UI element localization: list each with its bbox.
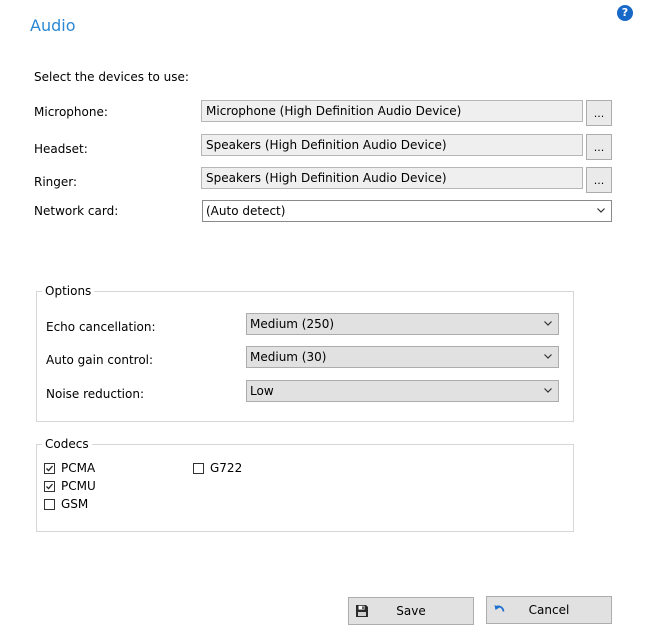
codec-pcmu-checkbox[interactable] [44,481,55,492]
auto-gain-control-dropdown[interactable]: Medium (30) [246,346,559,368]
noise-reduction-value: Low [250,384,274,398]
noise-reduction-label: Noise reduction: [46,387,145,401]
devices-intro-label: Select the devices to use: [34,70,189,84]
chevron-down-icon [544,354,552,359]
microphone-label: Microphone: [34,105,108,119]
network-card-value: (Auto detect) [206,204,286,218]
options-legend: Options [42,284,95,298]
echo-cancellation-dropdown[interactable]: Medium (250) [246,313,559,335]
chevron-down-icon [597,208,605,213]
auto-gain-control-value: Medium (30) [250,350,327,364]
microphone-browse-button[interactable]: ... [586,100,612,126]
save-button[interactable]: Save [348,597,474,625]
network-card-label: Network card: [34,204,119,218]
codec-gsm-label: GSM [61,497,89,511]
ringer-field[interactable]: Speakers (High Definition Audio Device) [201,167,583,189]
codecs-legend: Codecs [42,437,92,451]
ringer-browse-button[interactable]: ... [586,167,612,193]
checkmark-icon [46,465,53,472]
headset-label: Headset: [34,142,88,156]
headset-browse-button[interactable]: ... [586,134,612,160]
auto-gain-control-label: Auto gain control: [46,353,154,367]
page-title: Audio [30,16,76,35]
codec-pcmu-label: PCMU [61,479,96,493]
codec-g722-checkbox[interactable] [193,463,204,474]
codec-gsm-checkbox[interactable] [44,499,55,510]
checkmark-icon [46,483,53,490]
audio-settings-dialog: Audio ? Select the devices to use: Micro… [0,0,650,640]
cancel-button-label: Cancel [528,603,570,617]
codec-pcma-checkbox[interactable] [44,463,55,474]
save-button-label: Save [396,604,426,618]
echo-cancellation-label: Echo cancellation: [46,320,156,334]
ringer-label: Ringer: [34,175,78,189]
headset-field[interactable]: Speakers (High Definition Audio Device) [201,134,583,156]
chevron-down-icon [544,321,552,326]
noise-reduction-dropdown[interactable]: Low [246,380,559,402]
echo-cancellation-value: Medium (250) [250,317,335,331]
chevron-down-icon [544,388,552,393]
codec-pcma-label: PCMA [61,461,96,475]
codecs-group: Codecs [36,437,574,532]
codec-g722-label: G722 [210,461,243,475]
microphone-field[interactable]: Microphone (High Definition Audio Device… [201,100,583,122]
cancel-button[interactable]: Cancel [486,596,612,624]
network-card-dropdown[interactable]: (Auto detect) [202,200,612,222]
help-icon[interactable]: ? [617,5,633,21]
